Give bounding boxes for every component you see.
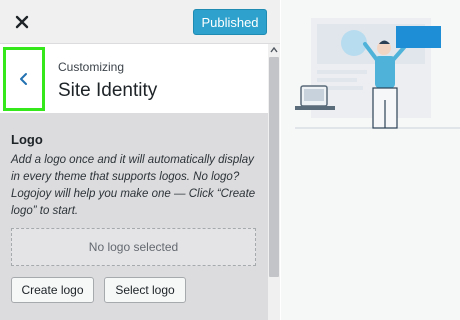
section-header: Customizing Site Identity — [0, 44, 268, 114]
logo-heading: Logo — [11, 132, 43, 147]
scroll-up-icon[interactable] — [268, 44, 280, 56]
chevron-left-icon — [20, 73, 27, 85]
site-preview — [281, 0, 460, 320]
published-button[interactable]: Published — [193, 9, 267, 35]
customizer-panel: Published Customizing Site Identity Logo… — [0, 0, 280, 320]
customizing-label: Customizing — [58, 60, 125, 74]
scrollbar-thumb[interactable] — [269, 57, 279, 277]
customizer-topbar: Published — [0, 0, 280, 44]
logo-control: Logo Add a logo once and it will automat… — [0, 114, 268, 320]
preview-illustration — [295, 18, 460, 129]
back-button[interactable] — [3, 47, 45, 111]
select-logo-button[interactable]: Select logo — [104, 277, 186, 303]
close-button[interactable] — [8, 8, 36, 36]
logo-placeholder[interactable]: No logo selected — [11, 228, 256, 266]
logo-description: Add a logo once and it will automaticall… — [11, 154, 256, 217]
create-logo-button[interactable]: Create logo — [11, 277, 94, 303]
close-icon — [15, 15, 29, 29]
section-title: Site Identity — [58, 80, 158, 101]
